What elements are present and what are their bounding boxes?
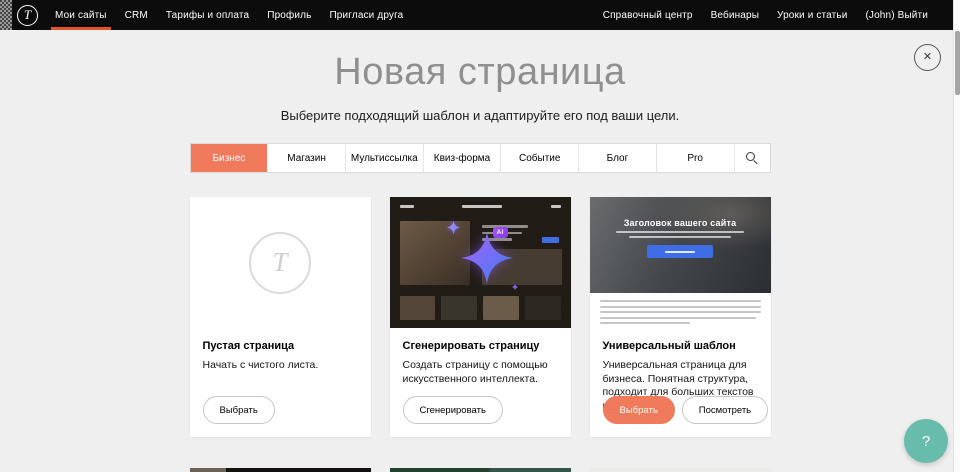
card-body: Пустая страница Начать с чистого листа. … <box>190 328 371 437</box>
preview-nav <box>400 205 561 208</box>
page-subtitle: Выберите подходящий шаблон и адаптируйте… <box>0 108 960 123</box>
search-tab[interactable] <box>734 144 770 172</box>
ai-sparkle-icon <box>459 230 515 286</box>
ai-sparkle-tiny-icon <box>511 283 519 291</box>
card-description: Начать с чистого листа. <box>203 359 358 373</box>
universal-template-preview: Заголовок вашего сайта <box>590 197 771 328</box>
menu-tariffs-label: Тарифы и оплата <box>166 10 249 21</box>
topbar-menu-left: Мои сайты CRM Тарифы и оплата Профиль Пр… <box>46 0 412 30</box>
tab-pro[interactable]: Pro <box>656 144 734 172</box>
menu-profile[interactable]: Профиль <box>258 0 320 30</box>
active-underline <box>51 27 111 30</box>
menu-help-center[interactable]: Справочный центр <box>594 0 702 30</box>
tab-quiz-form[interactable]: Квиз-форма <box>423 144 501 172</box>
card-body: Сгенерировать страницу Создать страницу … <box>390 328 571 437</box>
menu-logout[interactable]: (John) Выйти <box>856 0 937 30</box>
menu-tariffs[interactable]: Тарифы и оплата <box>157 0 258 30</box>
menu-help-center-label: Справочный центр <box>603 10 693 21</box>
page: T Мои сайты CRM Тарифы и оплата Профиль … <box>0 0 960 472</box>
tab-business[interactable]: Бизнес <box>191 144 268 172</box>
template-card-blank[interactable]: T Пустая страница Начать с чистого листа… <box>190 197 371 437</box>
preview-cta-button <box>647 245 713 258</box>
tilda-logo[interactable]: T <box>17 5 38 26</box>
menu-lessons-label: Уроки и статьи <box>777 10 847 21</box>
preview-hero: Заголовок вашего сайта <box>590 197 771 293</box>
scrollbar-thumb[interactable] <box>955 31 960 95</box>
menu-my-sites-label: Мои сайты <box>55 10 107 21</box>
preview-button <box>542 237 559 243</box>
preview-heading: Заголовок вашего сайта <box>590 218 771 228</box>
window-edge-pattern <box>0 0 12 30</box>
topbar: T Мои сайты CRM Тарифы и оплата Профиль … <box>0 0 960 30</box>
topbar-menu-right: Справочный центр Вебинары Уроки и статьи… <box>594 0 937 30</box>
tab-shop[interactable]: Магазин <box>267 144 345 172</box>
select-blank-button[interactable]: Выбрать <box>203 396 275 424</box>
template-cards-grid-row2 <box>0 468 960 472</box>
template-card-universal[interactable]: Заголовок вашего сайта <box>590 197 771 437</box>
ai-badge: AI <box>493 227 508 238</box>
tab-blog[interactable]: Блог <box>578 144 656 172</box>
card-title: Пустая страница <box>203 340 358 352</box>
preview-subtext-lines <box>590 231 771 238</box>
blank-page-preview: T <box>190 197 371 328</box>
card-actions: Выбрать <box>203 396 275 424</box>
close-button[interactable]: ✕ <box>914 44 941 71</box>
card-title: Универсальный шаблон <box>603 340 758 352</box>
tab-event[interactable]: Событие <box>500 144 578 172</box>
menu-profile-label: Профиль <box>267 10 311 21</box>
ai-template-preview: AI <box>390 197 571 328</box>
menu-logout-label: (John) Выйти <box>865 10 928 21</box>
menu-invite-friend[interactable]: Пригласи друга <box>320 0 412 30</box>
tilda-logo-letter: T <box>24 8 31 21</box>
card-actions: Выбрать Посмотреть <box>603 396 769 424</box>
generate-button[interactable]: Сгенерировать <box>403 396 503 424</box>
tilda-mark-icon: T <box>249 232 311 294</box>
new-page-modal: ✕ Новая страница Выберите подходящий шаб… <box>0 30 960 472</box>
template-card-partial[interactable] <box>390 468 571 472</box>
view-universal-button[interactable]: Посмотреть <box>682 396 768 424</box>
template-card-generate[interactable]: AI Сгенерировать страницу Создать страни… <box>390 197 571 437</box>
card-description: Создать страницу с помощью искусственног… <box>403 359 558 386</box>
select-universal-button[interactable]: Выбрать <box>603 396 675 424</box>
preview-thumbnails <box>400 296 561 320</box>
template-card-partial[interactable] <box>190 468 371 472</box>
template-category-tabs: Бизнес Магазин Мультиссылка Квиз-форма С… <box>190 143 771 173</box>
template-cards-grid: T Пустая страница Начать с чистого листа… <box>0 197 960 437</box>
preview-paragraph-lines <box>590 293 771 324</box>
search-icon <box>746 152 758 164</box>
card-title: Сгенерировать страницу <box>403 340 558 352</box>
menu-lessons[interactable]: Уроки и статьи <box>768 0 856 30</box>
menu-invite-friend-label: Пригласи друга <box>329 10 403 21</box>
help-button[interactable]: ? <box>904 419 948 463</box>
menu-crm-label: CRM <box>125 10 148 21</box>
close-icon: ✕ <box>923 52 932 63</box>
menu-my-sites[interactable]: Мои сайты <box>46 0 116 30</box>
menu-crm[interactable]: CRM <box>116 0 157 30</box>
card-actions: Сгенерировать <box>403 396 503 424</box>
card-body: Универсальный шаблон Универсальная стран… <box>590 328 771 437</box>
menu-webinars[interactable]: Вебинары <box>702 0 768 30</box>
tilda-mark-letter: T <box>272 249 287 276</box>
template-card-partial[interactable] <box>590 468 771 472</box>
menu-webinars-label: Вебинары <box>711 10 759 21</box>
page-title: Новая страница <box>0 52 960 92</box>
tab-multilink[interactable]: Мультиссылка <box>345 144 423 172</box>
scrollbar[interactable] <box>953 0 960 472</box>
